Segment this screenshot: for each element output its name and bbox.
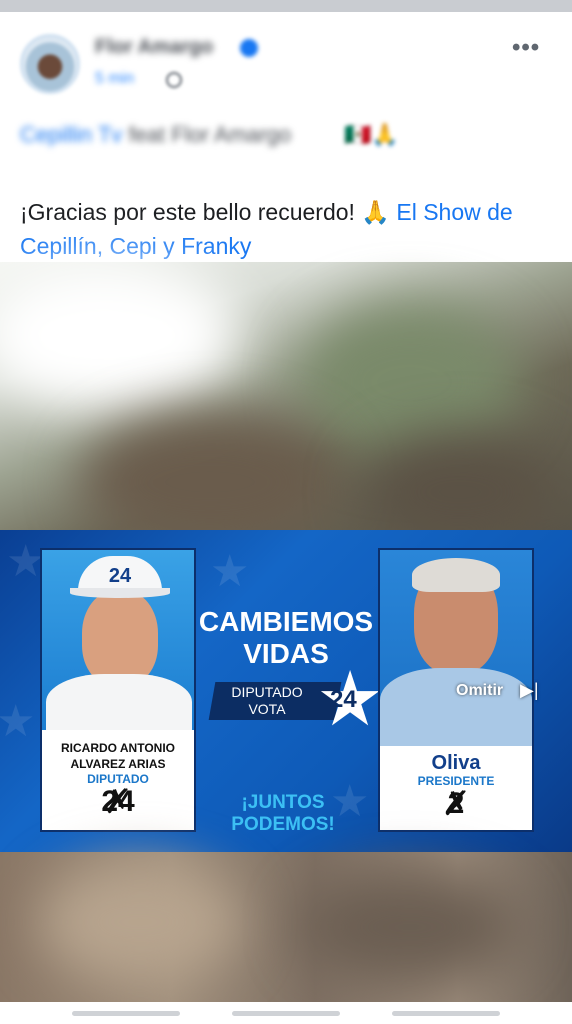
right-candidate-info: Oliva PRESIDENTE 2 ✗ bbox=[380, 752, 532, 821]
video-blurred-bottom[interactable] bbox=[0, 852, 572, 1002]
nav-indicator bbox=[72, 1011, 180, 1016]
author-name[interactable]: Flor Amargo bbox=[95, 36, 213, 59]
bottom-navigation-bar bbox=[0, 1002, 572, 1024]
blur-highlight bbox=[40, 862, 240, 982]
post-body-text: ¡Gracias por este bello recuerdo! 🙏 El S… bbox=[20, 195, 560, 263]
video-blurred-top[interactable] bbox=[0, 262, 572, 552]
candidate-shirt bbox=[46, 674, 192, 730]
headline-line1: CAMBIEMOS bbox=[198, 606, 374, 637]
campaign-ad-banner[interactable]: ★ ★ ★ ★ 24 RICARDO ANTONIO ALVAREZ ARIAS… bbox=[0, 530, 572, 852]
vote-x-mark-icon: ✗ bbox=[441, 785, 471, 823]
tagline-feat: feat Flor Amargo bbox=[128, 122, 292, 147]
slogan-line2: PODEMOS! bbox=[231, 814, 335, 835]
tagline-page-link[interactable]: Cepillin Tv bbox=[20, 122, 122, 147]
background-star-icon: ★ bbox=[0, 697, 36, 746]
candidate-name-line2: ALVAREZ ARIAS bbox=[70, 757, 166, 771]
author-avatar[interactable] bbox=[20, 34, 80, 94]
nav-indicator bbox=[392, 1011, 500, 1016]
background-star-icon: ★ bbox=[210, 547, 250, 596]
post-tagline: Cepillin Tv feat Flor Amargo bbox=[20, 122, 291, 148]
left-candidate-card: 24 RICARDO ANTONIO ALVAREZ ARIAS DIPUTAD… bbox=[40, 548, 196, 832]
left-candidate-photo: 24 bbox=[42, 550, 194, 730]
post-card: Flor Amargo 5 min ••• Cepillin Tv feat F… bbox=[0, 12, 572, 262]
candidate-hair bbox=[412, 558, 500, 592]
candidate-face bbox=[82, 590, 158, 686]
verified-badge-icon bbox=[240, 39, 258, 57]
vote-star-number: 24 bbox=[330, 686, 357, 713]
skip-ad-button[interactable]: Omitir bbox=[456, 682, 503, 700]
cap-brim bbox=[70, 588, 170, 598]
vote-x-mark-icon: ✗ bbox=[103, 783, 133, 821]
candidate-ballot-number: 24 ✗ bbox=[101, 783, 134, 821]
post-time[interactable]: 5 min bbox=[95, 70, 134, 88]
candidate-name: Oliva bbox=[431, 752, 481, 774]
cap-number: 24 bbox=[108, 565, 132, 587]
status-bar-strip bbox=[0, 0, 572, 12]
slogan-line1: ¡JUNTOS bbox=[241, 792, 325, 813]
tagline-emojis: 🇲🇽🙏 bbox=[344, 122, 399, 147]
praying-hands-icon: 🙏 bbox=[361, 199, 390, 225]
blur-highlight bbox=[0, 262, 240, 412]
skip-next-icon[interactable]: ▶| bbox=[520, 680, 539, 701]
blur-shadow bbox=[300, 872, 520, 982]
privacy-globe-icon bbox=[166, 72, 182, 88]
more-options-button[interactable]: ••• bbox=[512, 34, 540, 62]
vote-banner-text: DIPUTADO VOTA bbox=[212, 684, 322, 718]
right-candidate-photo bbox=[380, 550, 532, 746]
vote-line2: VOTA bbox=[248, 701, 286, 717]
candidate-ballot-number: 2 ✗ bbox=[442, 787, 471, 821]
left-candidate-info: RICARDO ANTONIO ALVAREZ ARIAS DIPUTADO 2… bbox=[42, 740, 194, 821]
candidate-name-line1: RICARDO ANTONIO bbox=[61, 741, 175, 755]
ad-slogan: ¡JUNTOS PODEMOS! bbox=[208, 792, 358, 836]
candidate-shirt bbox=[380, 668, 532, 746]
nav-indicator bbox=[232, 1011, 340, 1016]
post-text-main: ¡Gracias por este bello recuerdo! bbox=[20, 199, 362, 225]
vote-line1: DIPUTADO bbox=[231, 684, 303, 700]
